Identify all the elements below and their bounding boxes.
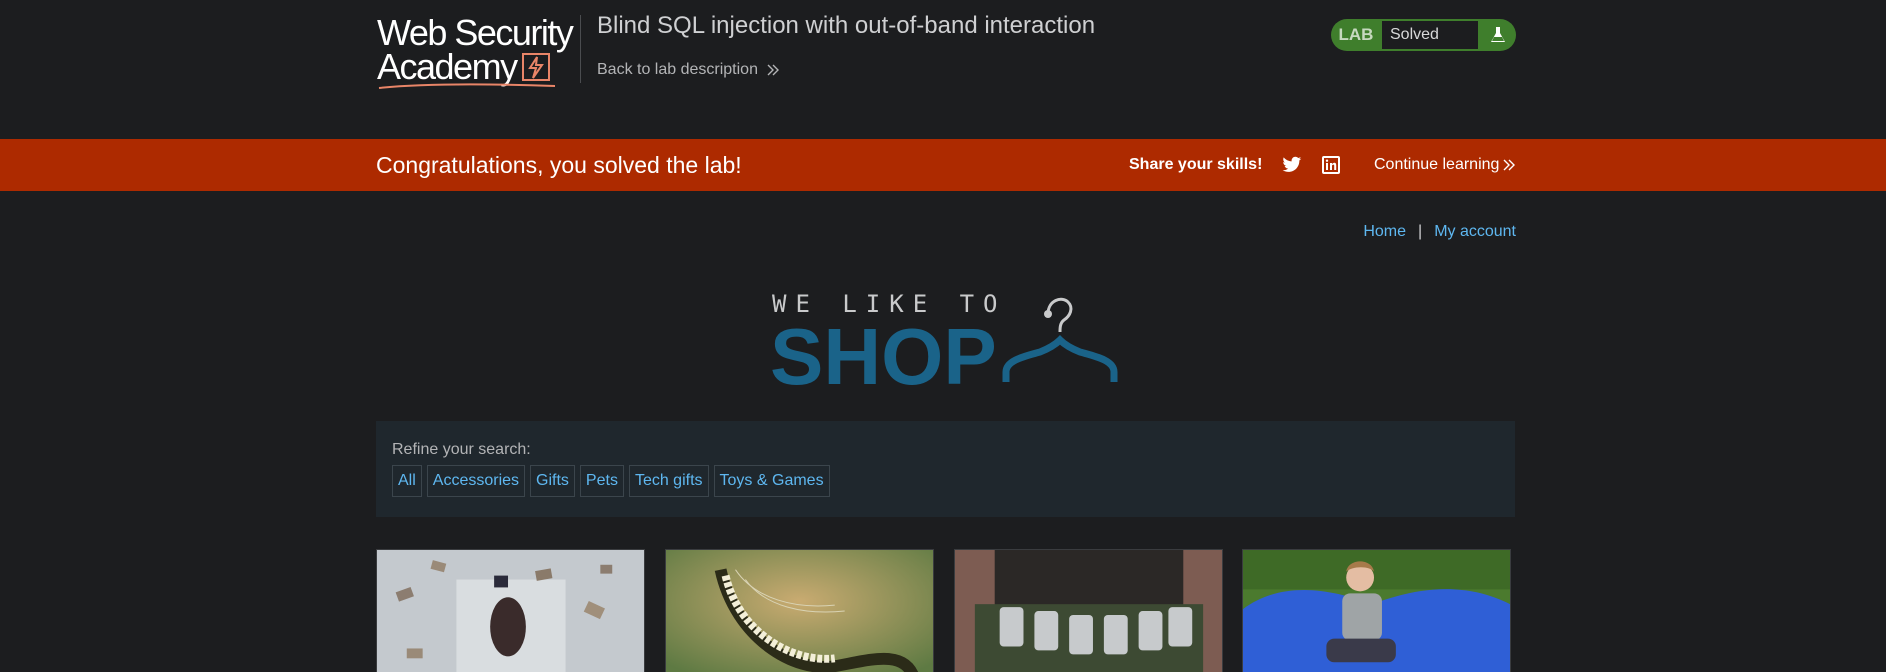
- filter-toys-games[interactable]: Toys & Games: [713, 465, 830, 497]
- search-filters-panel: Refine your search: All Accessories Gift…: [376, 421, 1515, 517]
- lab-badge: LAB: [1338, 25, 1374, 44]
- web-security-academy-logo[interactable]: Web Security Academy: [377, 12, 577, 90]
- nav-separator: |: [1418, 223, 1423, 240]
- refine-search-label: Refine your search:: [392, 441, 531, 458]
- filter-pets[interactable]: Pets: [579, 465, 624, 497]
- twitter-icon[interactable]: [1282, 156, 1302, 174]
- lightning-icon: [521, 53, 550, 81]
- product-image-bean-bag-girl[interactable]: [1242, 549, 1511, 672]
- filter-gifts[interactable]: Gifts: [530, 465, 575, 497]
- linkedin-icon[interactable]: [1322, 156, 1340, 174]
- category-filters: All Accessories Gifts Pets Tech gifts To…: [392, 465, 830, 497]
- back-link-label: Back to lab description: [597, 61, 758, 78]
- logo-line2: Academy: [377, 49, 577, 85]
- filter-tech-gifts[interactable]: Tech gifts: [628, 465, 709, 497]
- we-like-to-shop-logo: WE LIKE TO SHOP: [770, 288, 1122, 401]
- logo-underline: [378, 83, 556, 89]
- continue-learning-link[interactable]: Continue learning: [1374, 156, 1516, 174]
- filter-all[interactable]: All: [392, 465, 422, 497]
- lab-status-text: Solved: [1381, 20, 1479, 50]
- congratulations-banner: Congratulations, you solved the lab! Sha…: [0, 139, 1886, 191]
- top-navigation: Home | My account: [1363, 223, 1516, 241]
- lab-title: Blind SQL injection with out-of-band int…: [597, 12, 1096, 39]
- double-chevron-right-icon: [1503, 159, 1516, 171]
- double-chevron-right-icon: [767, 64, 779, 76]
- product-image-beer-belt[interactable]: [954, 549, 1223, 672]
- logo-line1: Web Security: [377, 12, 574, 53]
- header-divider: [580, 15, 581, 83]
- product-image-cheshire-grin[interactable]: [665, 549, 934, 672]
- lab-status-widget: LAB Solved: [1331, 19, 1516, 51]
- filter-accessories[interactable]: Accessories: [426, 465, 526, 497]
- continue-learning-label: Continue learning: [1374, 156, 1500, 173]
- hanger-icon: [1002, 297, 1118, 382]
- banner-message: Congratulations, you solved the lab!: [376, 152, 742, 178]
- my-account-link[interactable]: My account: [1434, 223, 1516, 241]
- back-to-lab-description-link[interactable]: Back to lab description: [597, 61, 780, 79]
- flask-icon: [1479, 26, 1516, 44]
- share-skills-label: Share your skills!: [1129, 156, 1263, 173]
- product-image-flying-books[interactable]: [376, 549, 645, 672]
- shop-logo-line2: SHOP: [770, 312, 997, 388]
- site-header: Web Security Academy Blind SQL injection…: [0, 0, 1886, 139]
- home-link[interactable]: Home: [1363, 223, 1406, 241]
